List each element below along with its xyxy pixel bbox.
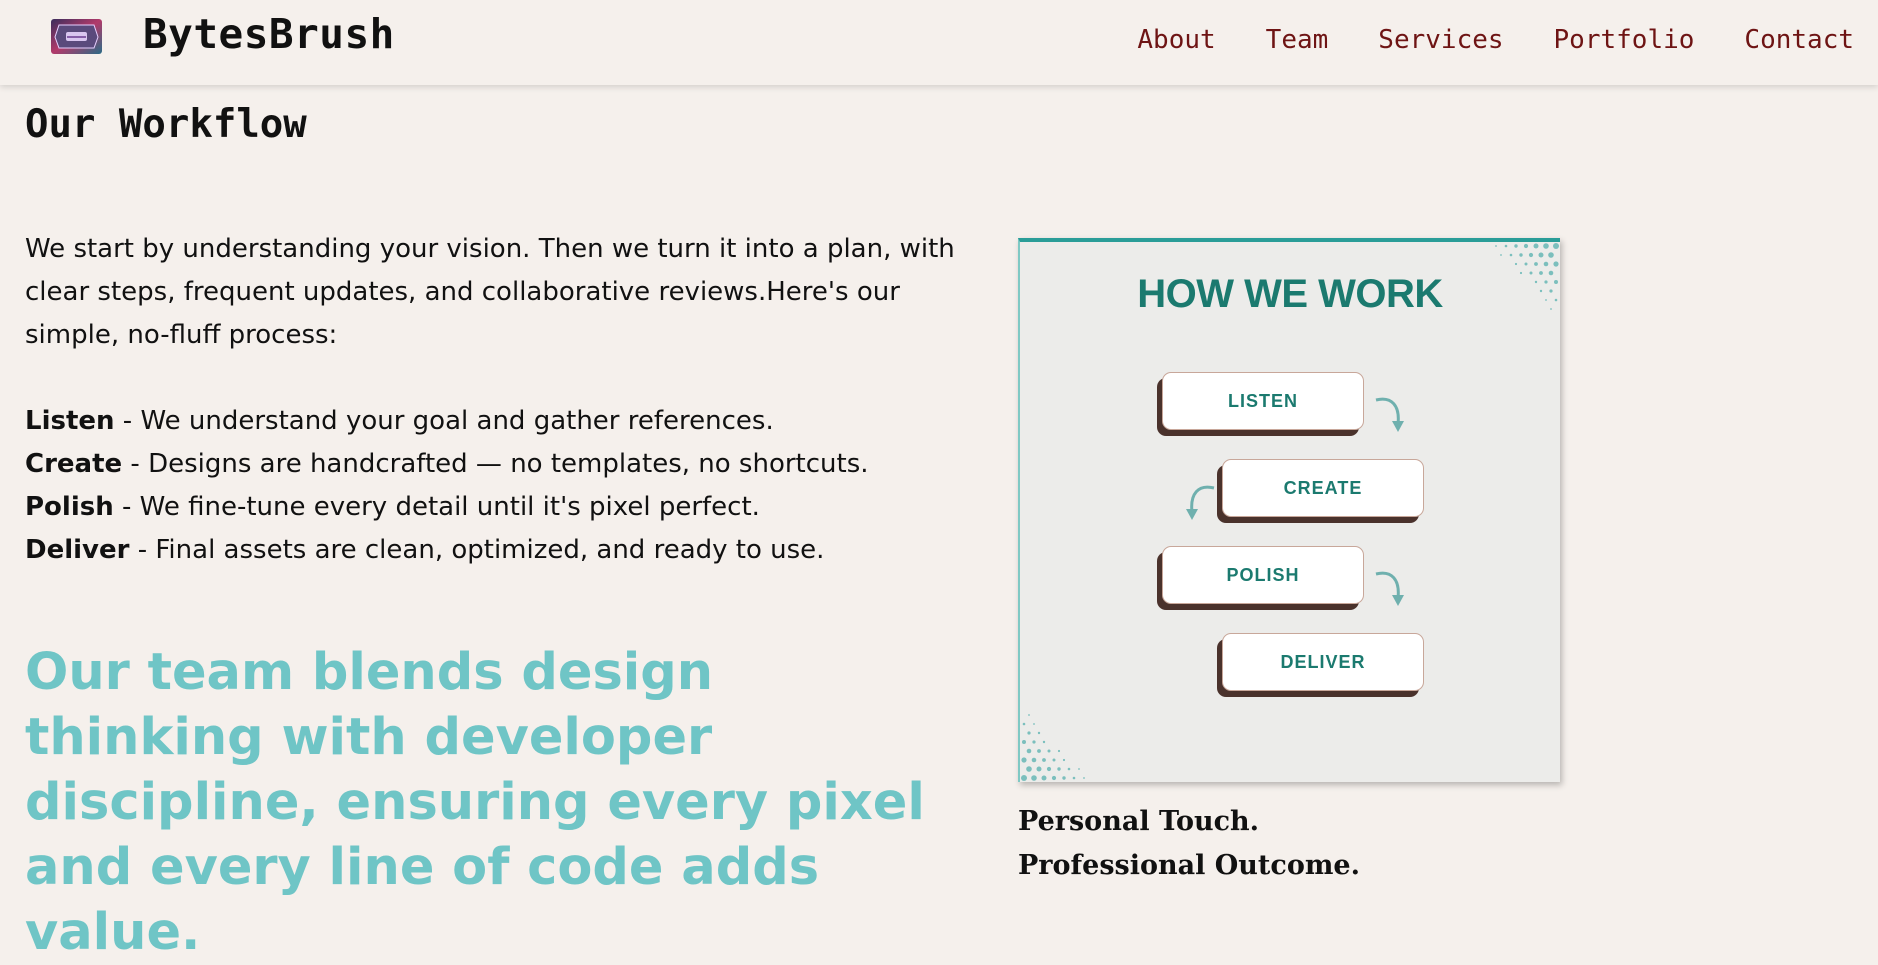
step-desc: - We understand your goal and gather ref… xyxy=(114,406,774,436)
nav-portfolio[interactable]: Portfolio xyxy=(1554,20,1695,60)
list-item: Polish - We fine-tune every detail until… xyxy=(25,486,869,529)
nav-team[interactable]: Team xyxy=(1266,20,1329,60)
step-polish-box: POLISH xyxy=(1162,546,1364,604)
halftone-dots-bottom-left xyxy=(1021,714,1085,781)
step-listen-box: LISTEN xyxy=(1162,372,1364,430)
curved-arrow-icon xyxy=(1375,397,1404,432)
process-list: Listen - We understand your goal and gat… xyxy=(25,400,869,572)
step-create-box: CREATE xyxy=(1222,459,1424,517)
step-name: Polish xyxy=(25,492,114,522)
curved-arrow-icon xyxy=(1186,485,1215,520)
nav-contact[interactable]: Contact xyxy=(1744,20,1854,60)
list-item: Create - Designs are handcrafted — no te… xyxy=(25,443,869,486)
step-desc: - We fine-tune every detail until it's p… xyxy=(113,492,760,522)
list-item: Listen - We understand your goal and gat… xyxy=(25,400,869,443)
logo-image[interactable] xyxy=(51,19,102,54)
list-item: Deliver - Final assets are clean, optimi… xyxy=(25,529,869,572)
caption-line-2: Professional Outcome. xyxy=(1018,850,1360,881)
intro-paragraph: We start by understanding your vision. T… xyxy=(25,234,955,350)
step-name: Deliver xyxy=(25,535,130,565)
step-desc: - Designs are handcrafted — no templates… xyxy=(122,449,869,479)
brand-name[interactable]: BytesBrush xyxy=(143,6,395,62)
image-caption: Personal Touch. Professional Outcome. xyxy=(1018,800,1360,888)
team-tagline: Our team blends design thinking with dev… xyxy=(25,643,925,962)
step-deliver-box: DELIVER xyxy=(1222,633,1424,691)
step-desc: - Final assets are clean, optimized, and… xyxy=(129,535,825,565)
section-title: Our Workflow xyxy=(25,102,307,147)
curved-arrow-icon xyxy=(1375,571,1404,606)
caption-line-1: Personal Touch. xyxy=(1018,806,1260,837)
step-name: Listen xyxy=(25,406,115,436)
nav-about[interactable]: About xyxy=(1137,20,1215,60)
how-we-work-title: HOW WE WORK xyxy=(1137,272,1443,316)
site-header: BytesBrush About Team Services Portfolio… xyxy=(0,0,1878,85)
nav-services[interactable]: Services xyxy=(1378,20,1503,60)
how-we-work-image: HOW WE WORK LISTEN CREATE POLISH DELIVER xyxy=(1018,238,1560,782)
main-nav: About Team Services Portfolio Contact xyxy=(1137,20,1854,60)
step-name: Create xyxy=(25,449,123,479)
